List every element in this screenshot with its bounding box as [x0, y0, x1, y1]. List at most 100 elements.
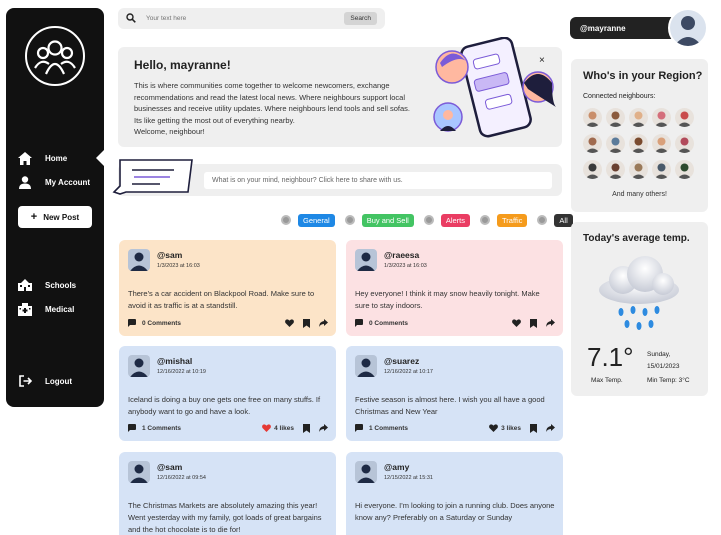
welcome-greeting: Welcome, neighbour! [134, 127, 205, 136]
category-filters: General Buy and Sell Alerts Traffic All [281, 212, 573, 228]
sidebar-item-schools[interactable]: Schools [18, 276, 104, 294]
comment-icon [355, 424, 363, 432]
phone-chat-illustration [428, 36, 556, 143]
post-footer: 0 Comments [128, 318, 328, 328]
share-icon[interactable] [319, 424, 328, 432]
filter-buy-and-sell[interactable]: Buy and Sell [344, 213, 414, 227]
bookmark-icon[interactable] [530, 423, 537, 433]
avatar[interactable] [128, 249, 150, 271]
avatar[interactable] [355, 249, 377, 271]
post-card[interactable]: @sam 1/3/2023 at 16:03 There's a car acc… [119, 240, 336, 336]
neighbour-avatar[interactable] [675, 160, 694, 179]
post-text: Hey everyone! I think it may snow heavil… [355, 289, 540, 310]
post-card[interactable]: @mishal 12/16/2022 at 10:19 Iceland is d… [119, 346, 336, 441]
post-text: Hi everyone. I'm looking to join a runni… [355, 501, 555, 522]
post-card[interactable]: @amy 12/15/2022 at 15:31 Hi everyone. I'… [346, 452, 563, 535]
share-icon[interactable] [546, 319, 555, 327]
share-icon[interactable] [546, 424, 555, 432]
heart-icon [489, 424, 499, 432]
radio-icon[interactable] [423, 215, 434, 225]
post-footer: 0 Comments [355, 318, 555, 328]
post-username[interactable]: @sam [157, 462, 182, 472]
comments-link[interactable]: 1 Comments [355, 424, 408, 432]
neighbour-avatar[interactable] [675, 134, 694, 153]
heart-icon[interactable] [512, 319, 521, 327]
neighbour-avatar[interactable] [583, 160, 602, 179]
weather-day: Sunday, [647, 351, 671, 358]
post-username[interactable]: @raeesa [384, 250, 419, 260]
sidebar-item-label: Medical [45, 304, 75, 314]
neighbour-avatar[interactable] [675, 108, 694, 127]
new-post-button[interactable]: + New Post [18, 206, 92, 228]
avatar[interactable] [355, 355, 377, 377]
search-button[interactable]: Search [344, 12, 377, 25]
radio-icon[interactable] [344, 215, 355, 225]
school-icon [18, 278, 32, 292]
likes-count: 4 likes [274, 424, 294, 432]
avatar[interactable] [128, 461, 150, 483]
post-card[interactable]: @sam 12/16/2022 at 09:54 The Christmas M… [119, 452, 336, 535]
avatar[interactable] [355, 461, 377, 483]
neighbour-avatar[interactable] [606, 160, 625, 179]
sidebar-item-logout[interactable]: Logout [18, 372, 104, 390]
post-username[interactable]: @mishal [157, 356, 192, 366]
bookmark-icon[interactable] [303, 318, 310, 328]
neighbour-avatar[interactable] [629, 160, 648, 179]
filter-general[interactable]: General [281, 213, 335, 227]
sidebar-item-medical[interactable]: Medical [18, 300, 104, 318]
user-avatar[interactable] [668, 8, 708, 48]
filter-buy-and-sell-label[interactable]: Buy and Sell [361, 213, 414, 227]
welcome-panel: Hello, mayranne! This is where communiti… [118, 36, 562, 147]
share-input[interactable]: What is on your mind, neighbour? Click h… [204, 172, 552, 189]
sidebar-item-home[interactable]: Home [18, 149, 104, 167]
neighbour-avatar[interactable] [629, 108, 648, 127]
likes[interactable]: 3 likes [489, 424, 521, 432]
neighbour-avatar[interactable] [652, 160, 671, 179]
neighbour-avatar[interactable] [606, 134, 625, 153]
neighbour-avatar[interactable] [652, 134, 671, 153]
filter-traffic-label[interactable]: Traffic [496, 213, 528, 227]
region-more[interactable]: And many others! [571, 191, 708, 198]
search-icon[interactable] [126, 10, 136, 28]
neighbour-avatar[interactable] [652, 108, 671, 127]
comments-link[interactable]: 1 Comments [128, 424, 181, 432]
bookmark-icon[interactable] [530, 318, 537, 328]
post-text: Festive season is almost here. I wish yo… [355, 395, 545, 416]
filter-all[interactable]: All [537, 213, 573, 227]
region-subtitle: Connected neighbours: [583, 93, 656, 100]
comments-link[interactable]: 0 Comments [355, 319, 408, 327]
avatar[interactable] [128, 355, 150, 377]
comments-link[interactable]: 0 Comments [128, 319, 181, 327]
filter-alerts[interactable]: Alerts [423, 213, 470, 227]
radio-icon[interactable] [479, 215, 490, 225]
sidebar-item-my-account[interactable]: My Account [18, 173, 104, 191]
app-root: Home My Account + New Post Schools Medic… [0, 0, 721, 535]
post-username[interactable]: @amy [384, 462, 409, 472]
search-input[interactable] [146, 15, 336, 22]
post-card[interactable]: @raeesa 1/3/2023 at 16:03 Hey everyone! … [346, 240, 563, 336]
post-card[interactable]: @suarez 12/16/2022 at 10:17 Festive seas… [346, 346, 563, 441]
radio-icon[interactable] [281, 215, 291, 225]
likes[interactable]: 4 likes [262, 424, 294, 432]
heart-icon [262, 424, 272, 432]
share-icon[interactable] [319, 319, 328, 327]
filter-traffic[interactable]: Traffic [479, 213, 528, 227]
community-logo[interactable] [25, 26, 85, 86]
bookmark-icon[interactable] [303, 423, 310, 433]
neighbour-avatar[interactable] [629, 134, 648, 153]
post-username[interactable]: @sam [157, 250, 182, 260]
radio-icon[interactable] [537, 215, 548, 225]
sidebar-item-label: Schools [45, 280, 77, 290]
comment-icon [355, 319, 363, 327]
neighbour-avatar[interactable] [583, 134, 602, 153]
heart-icon[interactable] [285, 319, 294, 327]
post-username[interactable]: @suarez [384, 356, 419, 366]
neighbour-avatar[interactable] [583, 108, 602, 127]
filter-general-label[interactable]: General [298, 213, 335, 227]
search-bar: Search [118, 8, 385, 29]
filter-alerts-label[interactable]: Alerts [440, 213, 470, 227]
neighbour-avatar[interactable] [606, 108, 625, 127]
filter-all-label[interactable]: All [554, 213, 573, 227]
post-date: 12/16/2022 at 10:17 [384, 369, 433, 375]
region-panel: Who's in your Region? Connected neighbou… [571, 59, 708, 212]
